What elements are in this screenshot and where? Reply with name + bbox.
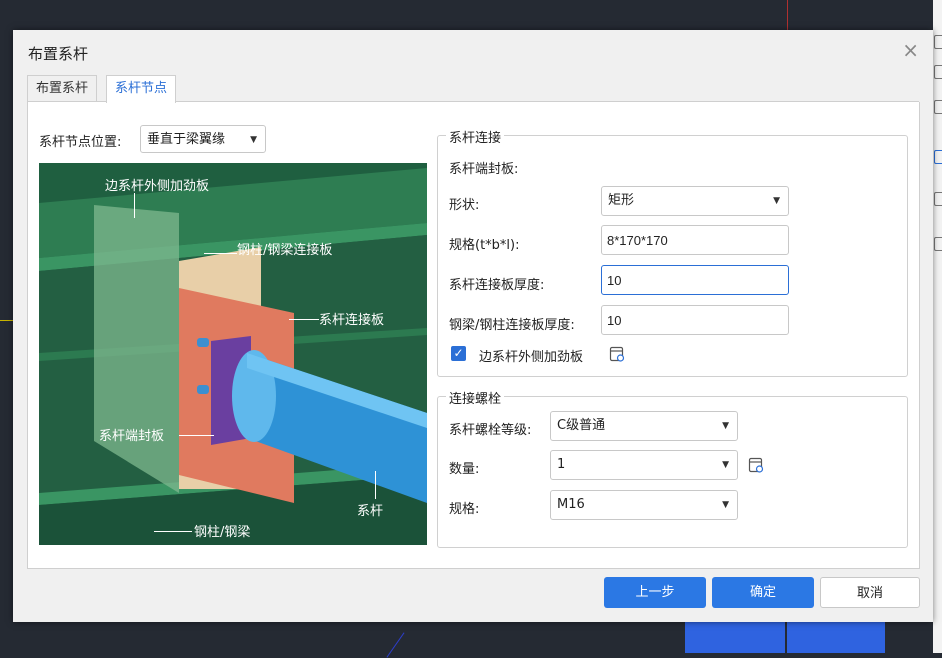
chevron-down-icon: ▼ [722,460,729,470]
node-position-value: 垂直于梁翼缘 [147,132,226,147]
leader-line [204,253,237,254]
bolt-count-select[interactable]: 1 ▼ [550,450,738,480]
cad-blue-line [386,632,405,658]
right-toolbar-strip [933,0,942,653]
chevron-down-icon: ▼ [773,196,780,206]
leader-line [289,319,319,320]
node-position-select[interactable]: 垂直于梁翼缘 ▼ [140,125,266,153]
node-illustration-svg [39,163,427,545]
cad-yellow-line [0,320,13,321]
node-illustration: 边系杆外侧加劲板 钢柱/钢梁连接板 系杆连接板 系杆端封板 系杆 钢柱/钢梁 [39,163,427,545]
beam-plate-thickness-label: 钢梁/钢柱连接板厚度: [449,318,575,333]
label-outer-stiffener: 边系杆外侧加劲板 [105,179,210,194]
tie-rod-dialog: 布置系杆 × 布置系杆 系杆节点 系杆节点位置: 垂直于梁翼缘 ▼ 边系杆外侧加… [13,30,933,622]
label-tie-rod: 系杆 [357,504,384,519]
toolbar-icon[interactable] [934,237,942,251]
spec-input[interactable] [601,225,789,255]
chevron-down-icon: ▼ [250,135,257,145]
label-tie-plate: 系杆连接板 [319,313,385,328]
bolt-spec-label: 规格: [449,502,480,517]
toolbar-icon[interactable] [934,150,942,164]
cad-blue-block [787,622,885,653]
bolt-spec-select[interactable]: M16 ▼ [550,490,738,520]
label-end-plate: 系杆端封板 [99,429,165,444]
ok-button[interactable]: 确定 [712,577,814,608]
toolbar-icon[interactable] [934,100,942,114]
tie-plate-thickness-input[interactable] [601,265,789,295]
bolt-count-value: 1 [557,457,566,472]
toolbar-icon[interactable] [934,65,942,79]
bolt-grade-label: 系杆螺栓等级: [449,423,532,438]
label-column-beam-plate: 钢柱/钢梁连接板 [237,243,333,258]
dialog-title: 布置系杆 [28,45,89,63]
shape-value: 矩形 [608,193,635,208]
beam-plate-thickness-input[interactable] [601,305,789,335]
bolt-group-title: 连接螺栓 [446,388,505,407]
cad-red-line [787,0,788,30]
tab-place-tie-rod[interactable]: 布置系杆 [27,75,98,102]
document-settings-icon[interactable] [748,457,764,473]
outer-stiffener-checkbox[interactable]: ✓ [451,346,466,361]
close-icon[interactable]: × [902,38,919,62]
tab-tie-rod-node[interactable]: 系杆节点 [106,75,177,103]
shape-label: 形状: [449,198,480,213]
leader-line [179,435,214,436]
cancel-button[interactable]: 取消 [820,577,920,608]
cad-blue-block [685,622,785,653]
tie-connection-title: 系杆连接 [446,127,505,146]
bolt-grade-select[interactable]: C级普通 ▼ [550,411,738,441]
leader-line [375,471,376,499]
toolbar-icon[interactable] [934,192,942,206]
document-settings-icon[interactable] [609,346,625,362]
bolt-spec-value: M16 [557,497,585,512]
end-plate-heading: 系杆端封板: [449,162,519,177]
bolt-count-label: 数量: [449,462,480,477]
chevron-down-icon: ▼ [722,421,729,431]
leader-line [154,531,192,532]
bolt-grade-value: C级普通 [557,418,606,433]
label-column-beam: 钢柱/钢梁 [194,525,251,540]
node-position-label: 系杆节点位置: [39,135,122,150]
outer-stiffener-label: 边系杆外侧加劲板 [479,350,584,365]
shape-select[interactable]: 矩形 ▼ [601,186,789,216]
spec-label: 规格(t*b*l): [449,238,520,253]
chevron-down-icon: ▼ [722,500,729,510]
tie-plate-thickness-label: 系杆连接板厚度: [449,278,545,293]
leader-line [134,193,135,218]
toolbar-icon[interactable] [934,35,942,49]
prev-button[interactable]: 上一步 [604,577,706,608]
